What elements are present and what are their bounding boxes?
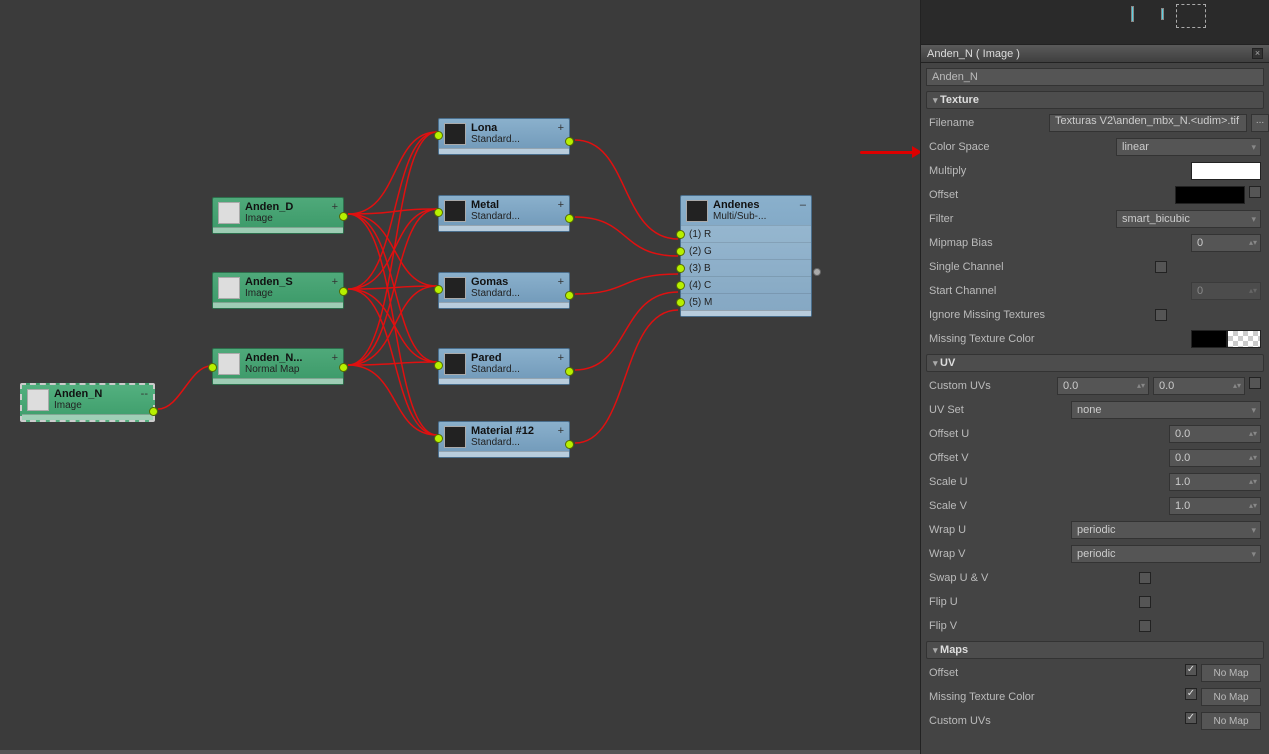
section-maps[interactable]: Maps [926,641,1264,659]
sub-material-row[interactable]: (2) G [681,242,811,259]
node-anden-nmap[interactable]: Anden_N...Normal Map+ [212,348,344,385]
scale-v[interactable]: 1.0▴▾ [1169,497,1261,515]
expand-icon[interactable]: + [332,352,338,364]
colorspace-select[interactable]: linear▾ [1116,138,1261,156]
panel-title: Anden_N ( Image ) [927,48,1020,60]
node-gomas[interactable]: GomasStandard...+ [438,272,570,309]
expand-icon[interactable]: + [558,199,564,211]
sub-material-row[interactable]: (3) B [681,259,811,276]
filter-select[interactable]: smart_bicubic▾ [1116,210,1261,228]
node-anden-d[interactable]: Anden_DImage+ [212,197,344,234]
custom-uvs-x[interactable]: 0.0▴▾ [1057,377,1149,395]
offset-u[interactable]: 0.0▴▾ [1169,425,1261,443]
offset-check[interactable] [1249,186,1261,198]
map-misstex-button[interactable]: No Map [1201,688,1261,706]
browse-button[interactable]: ... [1251,114,1269,132]
map-misstex-check[interactable] [1185,688,1197,700]
expand-icon[interactable]: + [558,352,564,364]
output-port[interactable] [339,212,348,221]
node-anden-s[interactable]: Anden_SImage+ [212,272,344,309]
output-port[interactable] [149,407,158,416]
sub-material-row[interactable]: (4) C [681,276,811,293]
collapse-icon[interactable]: – [800,199,806,211]
map-offset-button[interactable]: No Map [1201,664,1261,682]
input-port[interactable] [208,363,217,372]
node-anden-n-image[interactable]: Anden_N Image -- [20,383,155,422]
node-subtitle: Image [54,400,102,411]
sub-material-row[interactable]: (5) M [681,293,811,310]
uvset-select[interactable]: none▾ [1071,401,1261,419]
swap-uv-check[interactable] [1139,572,1151,584]
node-editor-canvas[interactable]: Anden_N Image -- Anden_DImage+ Anden_SIm… [0,0,920,754]
wrap-u-select[interactable]: periodic▾ [1071,521,1261,539]
output-port[interactable] [339,287,348,296]
scale-u[interactable]: 1.0▴▾ [1169,473,1261,491]
filename-input[interactable]: Texturas V2\anden_mbx_N.<udim>.tif [1049,114,1247,132]
missing-alpha[interactable] [1227,330,1261,348]
node-andenes[interactable]: AndenesMulti/Sub-...– (1) R (2) G (3) B … [680,195,812,317]
expand-icon[interactable]: + [332,201,338,213]
ignore-missing-check[interactable] [1155,309,1167,321]
mipmap-spinner[interactable]: 0▴▾ [1191,234,1261,252]
expand-icon[interactable]: + [558,276,564,288]
flip-u-check[interactable] [1139,596,1151,608]
single-channel-check[interactable] [1155,261,1167,273]
expand-icon[interactable]: + [558,122,564,134]
offset-color[interactable] [1175,186,1245,204]
missing-color[interactable] [1191,330,1227,348]
node-name-input[interactable]: Anden_N [926,68,1264,86]
node-title: Anden_N [54,388,102,400]
map-customuvs-button[interactable]: No Map [1201,712,1261,730]
output-port[interactable] [813,268,821,276]
section-uv[interactable]: UV [926,354,1264,372]
custom-uvs-y[interactable]: 0.0▴▾ [1153,377,1245,395]
flip-v-check[interactable] [1139,620,1151,632]
map-customuvs-check[interactable] [1185,712,1197,724]
sub-material-row[interactable]: (1) R [681,225,811,242]
node-material-12[interactable]: Material #12Standard...+ [438,421,570,458]
node-metal[interactable]: MetalStandard...+ [438,195,570,232]
multiply-color[interactable] [1191,162,1261,180]
output-port[interactable] [339,363,348,372]
map-offset-check[interactable] [1185,664,1197,676]
collapse-icon[interactable]: -- [141,388,148,400]
annotation-arrow [860,146,920,160]
mini-map[interactable] [921,0,1269,45]
properties-panel: Anden_N ( Image ) × Anden_N Texture File… [920,0,1269,754]
node-thumbnail [27,389,49,411]
section-texture[interactable]: Texture [926,91,1264,109]
start-channel-spinner: 0▴▾ [1191,282,1261,300]
wrap-v-select[interactable]: periodic▾ [1071,545,1261,563]
expand-icon[interactable]: + [332,276,338,288]
custom-uvs-check[interactable] [1249,377,1261,389]
node-pared[interactable]: ParedStandard...+ [438,348,570,385]
expand-icon[interactable]: + [558,425,564,437]
panel-title-bar[interactable]: Anden_N ( Image ) × [921,45,1269,63]
offset-v[interactable]: 0.0▴▾ [1169,449,1261,467]
close-icon[interactable]: × [1252,48,1263,59]
node-lona[interactable]: LonaStandard...+ [438,118,570,155]
